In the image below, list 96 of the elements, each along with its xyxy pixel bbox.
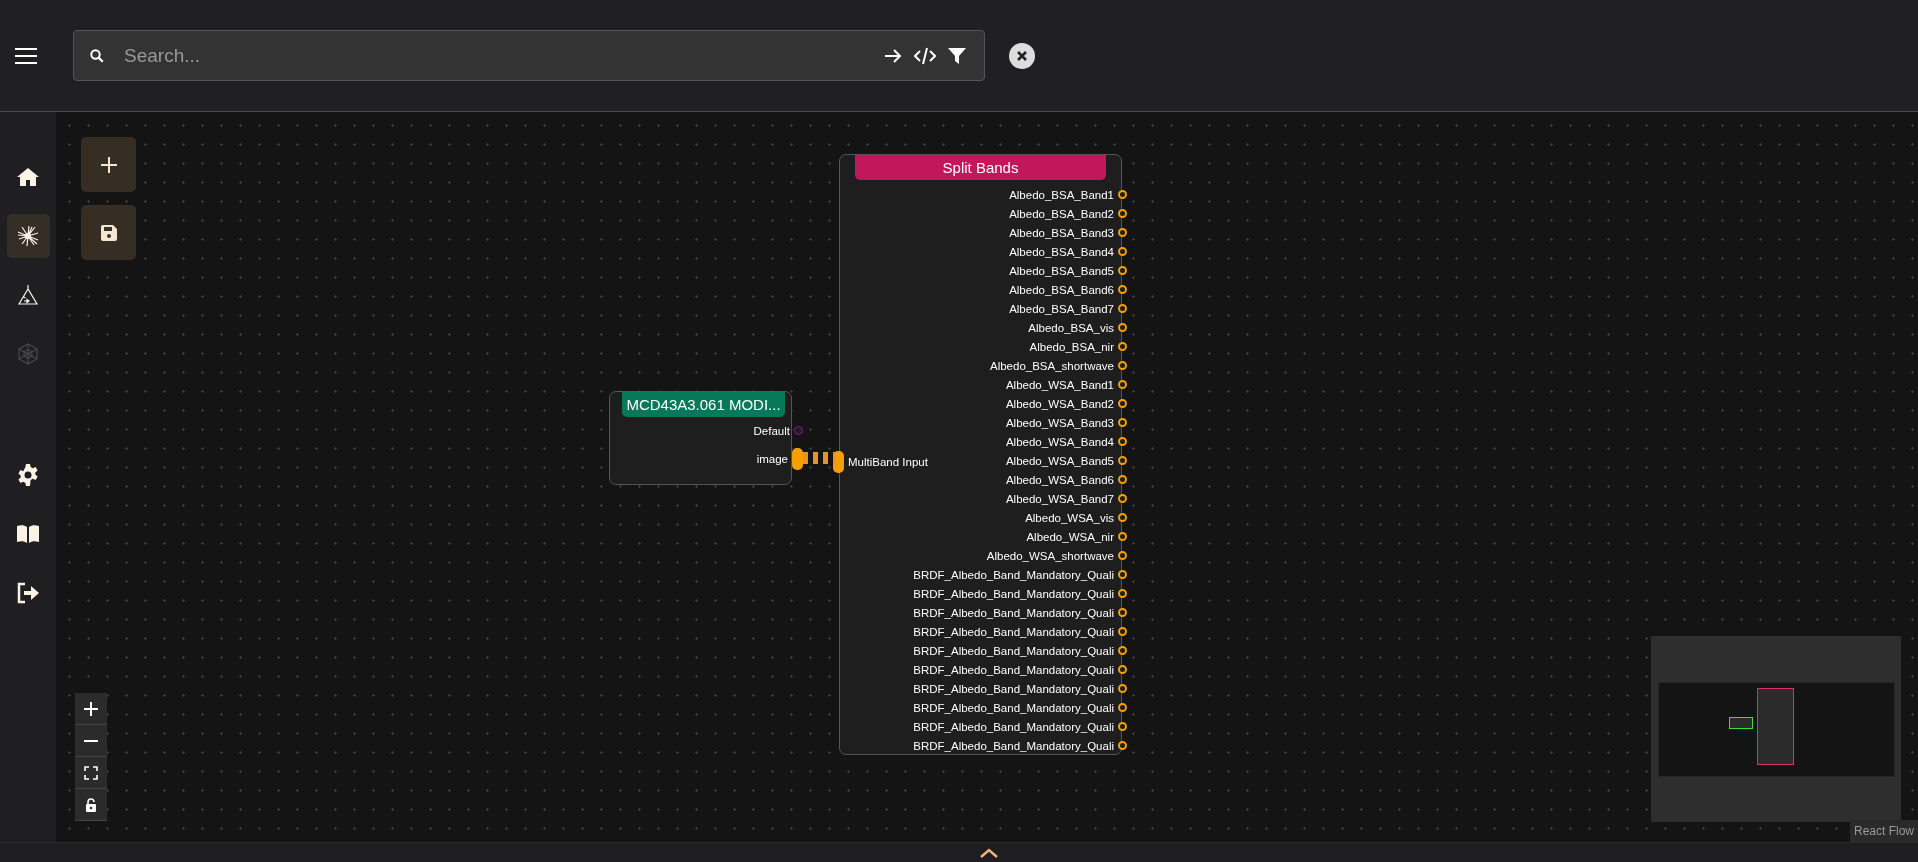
port-label: Albedo_WSA_Band2	[1005, 397, 1114, 410]
home-icon	[16, 165, 40, 189]
output-handle[interactable]	[1118, 684, 1127, 693]
port-label: BRDF_Albedo_Band_Mandatory_Quali	[913, 568, 1114, 581]
output-handle[interactable]	[1118, 437, 1127, 446]
output-handle[interactable]	[1118, 741, 1127, 750]
plus-icon	[99, 155, 118, 174]
port-label: Albedo_BSA_vis	[1028, 321, 1114, 334]
output-handle[interactable]	[1118, 342, 1127, 351]
book-icon	[16, 522, 40, 546]
port-label: Albedo_WSA_Band4	[1005, 435, 1114, 448]
search-bar[interactable]: Search...	[73, 30, 985, 81]
close-icon[interactable]	[1009, 42, 1035, 69]
port-label: Default	[753, 424, 790, 437]
output-handle[interactable]	[1118, 627, 1127, 636]
output-handle[interactable]	[794, 426, 803, 435]
port-label: Albedo_BSA_shortwave	[989, 359, 1114, 372]
port-label: BRDF_Albedo_Band_Mandatory_Quali	[913, 587, 1114, 600]
port-label: BRDF_Albedo_Band_Mandatory_Quali	[913, 720, 1114, 733]
output-handle[interactable]	[792, 447, 803, 470]
port-label: BRDF_Albedo_Band_Mandatory_Quali	[913, 663, 1114, 676]
code-icon[interactable]	[914, 46, 936, 65]
port-label: Albedo_WSA_Band7	[1005, 492, 1114, 505]
starburst-icon	[16, 224, 40, 248]
port-label: Albedo_WSA_vis	[1025, 511, 1114, 524]
port-label: Albedo_WSA_Band1	[1005, 378, 1114, 391]
menu-icon[interactable]	[15, 47, 37, 64]
output-handle[interactable]	[1118, 266, 1127, 275]
output-handle[interactable]	[1118, 304, 1127, 313]
output-handle[interactable]	[1118, 190, 1127, 199]
port-label: BRDF_Albedo_Band_Mandatory_Quali	[913, 739, 1114, 752]
port-label: BRDF_Albedo_Band_Mandatory_Quali	[913, 701, 1114, 714]
search-field[interactable]: Search...	[124, 40, 872, 71]
port-label: Albedo_BSA_Band4	[1009, 245, 1114, 258]
sidebar-item[interactable]	[6, 214, 50, 258]
output-handle[interactable]	[1118, 532, 1127, 541]
port-label: Albedo_BSA_Band7	[1009, 302, 1114, 315]
port-label: Albedo_WSA_Band3	[1005, 416, 1114, 429]
settings-icon	[16, 463, 40, 487]
chevron-up-icon[interactable]	[980, 848, 998, 858]
node-card[interactable]	[839, 154, 1122, 755]
attribution-link[interactable]: React Flow	[1849, 820, 1918, 842]
output-handle[interactable]	[1118, 285, 1127, 294]
port-label: BRDF_Albedo_Band_Mandatory_Quali	[913, 606, 1114, 619]
output-handle[interactable]	[1118, 418, 1127, 427]
unlock-icon	[85, 797, 97, 812]
plus-icon	[83, 700, 99, 717]
port-label: image	[756, 452, 788, 465]
output-handle[interactable]	[1118, 722, 1127, 731]
output-handle[interactable]	[1118, 380, 1127, 389]
port-label: Albedo_WSA_nir	[1026, 530, 1114, 543]
node-title: MCD43A3.061 MODI...	[622, 392, 785, 417]
edge-line[interactable]	[803, 452, 835, 464]
filter-icon[interactable]	[948, 47, 966, 64]
port-label: BRDF_Albedo_Band_Mandatory_Quali	[913, 644, 1114, 657]
port-label: Albedo_BSA_Band6	[1009, 283, 1114, 296]
triangle-graph-icon	[16, 283, 40, 307]
output-handle[interactable]	[1118, 570, 1127, 579]
port-label: Albedo_BSA_Band2	[1009, 207, 1114, 220]
output-handle[interactable]	[1118, 209, 1127, 218]
output-handle[interactable]	[1118, 494, 1127, 503]
output-handle[interactable]	[1118, 551, 1127, 560]
input-handle[interactable]	[833, 450, 844, 473]
output-handle[interactable]	[1118, 247, 1127, 256]
port-label: BRDF_Albedo_Band_Mandatory_Quali	[913, 625, 1114, 638]
fullscreen-icon	[84, 765, 98, 780]
port-label: Albedo_WSA_shortwave	[986, 549, 1114, 562]
port-label: MultiBand Input	[848, 455, 928, 468]
arrow-right-icon[interactable]	[884, 47, 902, 64]
output-handle[interactable]	[1118, 399, 1127, 408]
output-handle[interactable]	[1118, 475, 1127, 484]
output-handle[interactable]	[1118, 665, 1127, 674]
output-handle[interactable]	[1118, 608, 1127, 617]
output-handle[interactable]	[1118, 703, 1127, 712]
logout-icon	[16, 581, 40, 605]
node-title: Split Bands	[855, 155, 1106, 180]
minimap-node	[1728, 716, 1753, 729]
output-handle[interactable]	[1118, 646, 1127, 655]
port-label: Albedo_BSA_nir	[1029, 340, 1114, 353]
port-label: Albedo_BSA_Band3	[1009, 226, 1114, 239]
minus-icon	[84, 739, 98, 742]
output-handle[interactable]	[1118, 513, 1127, 522]
output-handle[interactable]	[1118, 228, 1127, 237]
save-icon	[99, 223, 118, 242]
hexagon-icon	[16, 342, 40, 366]
output-handle[interactable]	[1118, 456, 1127, 465]
output-handle[interactable]	[1118, 589, 1127, 598]
port-label: Albedo_WSA_Band5	[1005, 454, 1114, 467]
output-handle[interactable]	[1118, 323, 1127, 332]
search-icon	[90, 48, 104, 63]
output-handle[interactable]	[1118, 361, 1127, 370]
port-label: BRDF_Albedo_Band_Mandatory_Quali	[913, 682, 1114, 695]
port-label: Albedo_BSA_Band5	[1009, 264, 1114, 277]
port-label: Albedo_BSA_Band1	[1009, 188, 1114, 201]
port-label: Albedo_WSA_Band6	[1005, 473, 1114, 486]
save-button[interactable]	[81, 205, 136, 260]
